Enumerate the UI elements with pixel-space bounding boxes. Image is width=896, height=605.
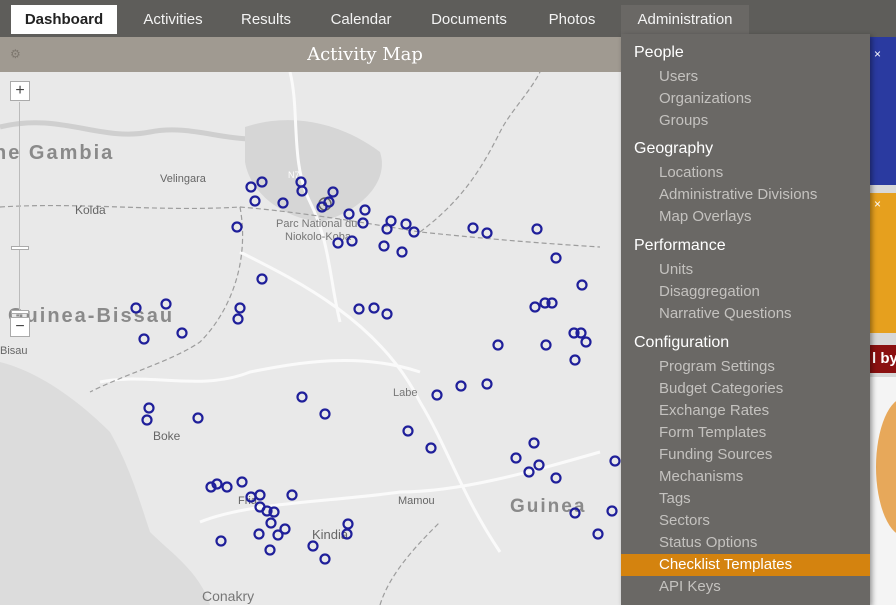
chart-widget (870, 377, 896, 605)
right-dashboard-fragment: × × l by (868, 37, 896, 605)
zoom-slider-handle[interactable] (11, 246, 29, 250)
tab-activities[interactable]: Activities (128, 5, 218, 34)
menu-item-organizations[interactable]: Organizations (621, 88, 870, 110)
menu-item-status-options[interactable]: Status Options (621, 532, 870, 554)
menu-item-users[interactable]: Users (621, 66, 870, 88)
map-label-velingara: Velingara (160, 173, 207, 185)
menu-item-form-templates[interactable]: Form Templates (621, 422, 870, 444)
zoom-in-button[interactable]: + (10, 81, 30, 101)
close-icon[interactable]: × (874, 197, 881, 211)
menu-item-mechanisms[interactable]: Mechanisms (621, 466, 870, 488)
map-label-labe: Labe (393, 387, 417, 399)
menu-item-map-overlays[interactable]: Map Overlays (621, 206, 870, 228)
menu-group-people: People (634, 44, 684, 61)
menu-group-performance: Performance (634, 237, 726, 254)
tab-documents[interactable]: Documents (416, 5, 522, 34)
orange-widget: × (870, 193, 896, 333)
menu-item-exchange-rates[interactable]: Exchange Rates (621, 400, 870, 422)
tab-results[interactable]: Results (228, 5, 304, 34)
administration-dropdown: People Users Organizations Groups Geography L… (621, 34, 870, 605)
zoom-slider-tick (11, 310, 29, 314)
menu-group-configuration: Configuration (634, 334, 730, 351)
blue-widget: × (870, 37, 896, 185)
close-icon[interactable]: × (874, 47, 881, 61)
zoom-out-button[interactable]: − (10, 317, 30, 337)
top-nav: Dashboard Activities Results Calendar Do… (0, 0, 896, 37)
map-label-conakry: Conakry (202, 588, 254, 604)
menu-item-narrative-questions[interactable]: Narrative Questions (621, 303, 870, 325)
menu-item-program-settings[interactable]: Program Settings (621, 356, 870, 378)
menu-item-tags[interactable]: Tags (621, 488, 870, 510)
red-widget-text: l by (872, 350, 896, 367)
zoom-track[interactable] (19, 102, 20, 327)
menu-item-disaggregation[interactable]: Disaggregation (621, 281, 870, 303)
menu-item-funding-sources[interactable]: Funding Sources (621, 444, 870, 466)
tab-photos[interactable]: Photos (533, 5, 611, 34)
map-label-parc: Parc National du (276, 218, 357, 230)
menu-item-api-keys[interactable]: API Keys (621, 576, 870, 598)
map-label-kolda: Kolda (75, 203, 106, 217)
map-label-gambia: he Gambia (0, 142, 114, 164)
menu-group-geography: Geography (634, 140, 714, 157)
map-label-mamou: Mamou (398, 495, 435, 507)
menu-item-locations[interactable]: Locations (621, 162, 870, 184)
menu-item-administrative-divisions[interactable]: Administrative Divisions (621, 184, 870, 206)
pie-slice (876, 397, 896, 537)
tab-calendar[interactable]: Calendar (317, 5, 405, 34)
map-label-boke: Boke (153, 429, 181, 443)
tab-administration[interactable]: Administration (621, 5, 749, 37)
map-label-guinea-bissau: Guinea-Bissau (8, 305, 174, 327)
menu-item-checklist-templates[interactable]: Checklist Templates (621, 554, 870, 576)
menu-item-sectors[interactable]: Sectors (621, 510, 870, 532)
menu-item-groups[interactable]: Groups (621, 110, 870, 132)
menu-item-units[interactable]: Units (621, 259, 870, 281)
map-label-guinea: Guinea (510, 496, 586, 517)
red-widget: l by (870, 345, 896, 373)
menu-item-budget-categories[interactable]: Budget Categories (621, 378, 870, 400)
tab-dashboard[interactable]: Dashboard (11, 5, 117, 34)
map-label-bissau: Bisau (0, 345, 28, 357)
